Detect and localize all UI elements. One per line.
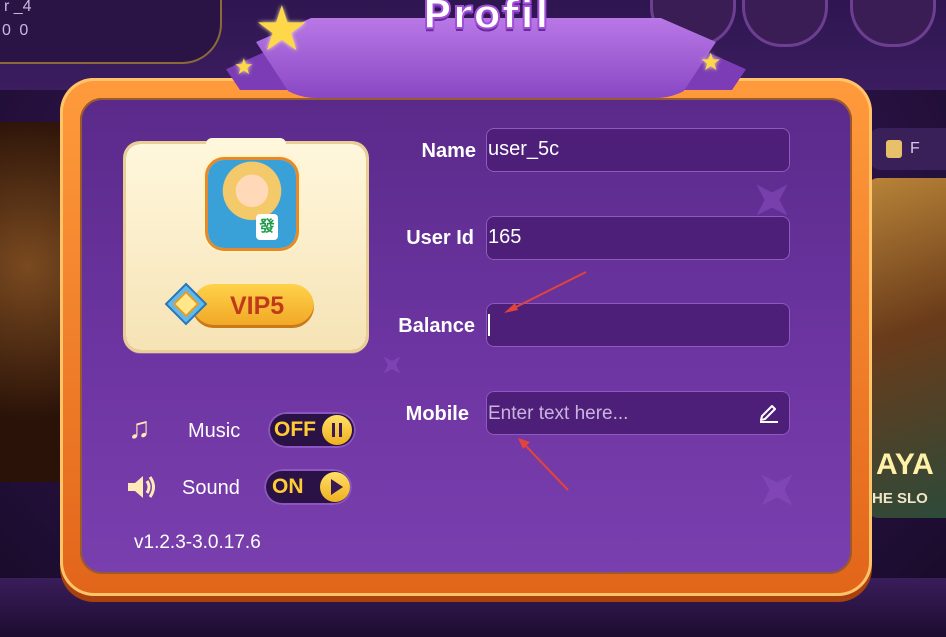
sparkle-decoration [746, 459, 808, 521]
music-toggle[interactable]: OFF [268, 412, 356, 448]
sound-label: Sound [182, 477, 240, 499]
music-note-icon: ♫ [128, 412, 151, 445]
name-value: user_5c [488, 138, 560, 160]
music-toggle-state: OFF [274, 418, 316, 441]
lobby-user-name: r _4 [4, 0, 32, 15]
dialog-header-ribbon: Profil ★ ★ ★ [226, 0, 746, 112]
speaker-icon [128, 476, 155, 498]
dice-icon [886, 140, 902, 158]
lobby-category-tab[interactable]: F [870, 128, 946, 170]
text-caret [488, 314, 490, 336]
lobby-user-panel[interactable]: r _4 0 0 [0, 0, 222, 64]
name-label: Name [421, 140, 476, 162]
vip-level-label: VIP5 [230, 292, 285, 320]
user-id-label: User Id [406, 227, 474, 249]
music-label: Music [188, 420, 241, 442]
star-icon: ★ [234, 54, 254, 79]
pause-icon [322, 415, 352, 445]
mobile-label: Mobile [405, 403, 469, 425]
balance-field[interactable] [486, 303, 790, 347]
sparkle-decoration [375, 348, 409, 382]
sound-toggle[interactable]: ON [264, 469, 352, 505]
user-id-value: 165 [488, 226, 522, 248]
star-icon: ★ [254, 0, 310, 64]
app-version: v1.2.3-3.0.17.6 [134, 532, 261, 553]
mahjong-tile-icon: 發 [256, 214, 278, 240]
lobby-category-label: F [910, 140, 920, 157]
sound-toggle-state: ON [272, 475, 304, 498]
name-field[interactable]: user_5c [486, 128, 790, 172]
play-icon [320, 472, 350, 502]
edit-pencil-icon[interactable] [758, 401, 780, 423]
avatar[interactable]: 發 [208, 160, 296, 248]
game-tile-subtitle: HE SLO [872, 490, 928, 507]
lobby-game-tile[interactable]: AYA HE SLO [868, 178, 946, 518]
card-notch [206, 138, 286, 150]
mobile-input[interactable] [486, 391, 750, 437]
user-id-field[interactable]: 165 [486, 216, 790, 260]
game-tile-title: AYA [876, 448, 934, 481]
vip-diamond-icon [164, 282, 208, 326]
star-icon: ★ [700, 49, 722, 76]
sparkle-decoration [594, 562, 634, 574]
mobile-field[interactable] [486, 391, 790, 437]
lobby-user-balance: 0 0 [2, 22, 31, 39]
balance-label: Balance [398, 315, 475, 337]
